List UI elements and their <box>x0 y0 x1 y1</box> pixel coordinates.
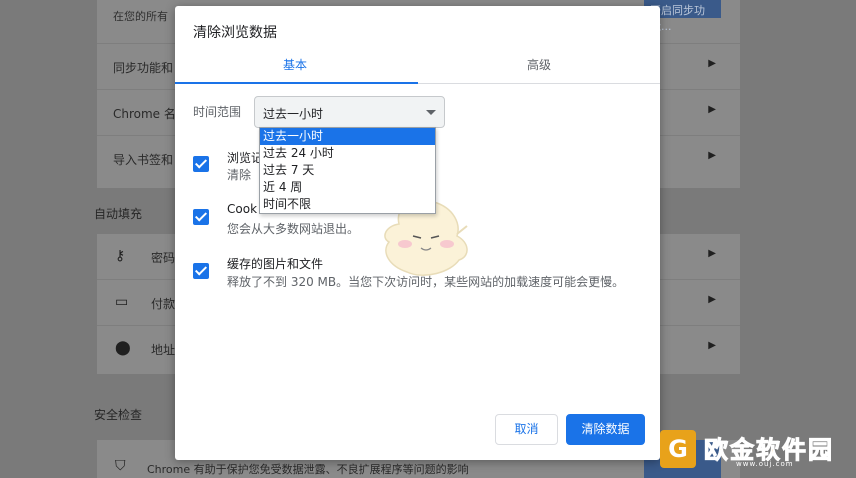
settings-row-label: Chrome 名 <box>113 107 176 121</box>
chevron-right-icon: ▶ <box>708 340 716 351</box>
settings-row-label: 付款 <box>151 297 176 311</box>
key-icon: ⚷ <box>115 248 126 264</box>
option-title: 浏览记 <box>227 151 264 165</box>
settings-row-label: 地址 <box>151 343 176 357</box>
option-description: 清除 <box>227 168 252 182</box>
cancel-button[interactable]: 取消 <box>495 414 558 445</box>
settings-row-label: 同步功能和 <box>113 61 174 75</box>
option-title: Cook <box>227 202 258 216</box>
time-range-value: 过去一小时 <box>263 107 324 121</box>
dropdown-arrow-icon <box>426 110 436 115</box>
safety-row-text: Chrome 有助于保护您免受数据泄露、不良扩展程序等问题的影响 <box>147 463 469 476</box>
browsing-history-checkbox[interactable] <box>193 156 209 172</box>
chevron-right-icon: ▶ <box>708 294 716 305</box>
watermark-url: www.ouj.com <box>736 460 794 468</box>
clear-browsing-data-dialog: 清除浏览数据 基本 高级 时间范围 过去一小时 过去一小时 过去 24 小时 过… <box>175 6 660 460</box>
tab-advanced[interactable]: 高级 <box>527 56 551 73</box>
watermark-logo: G 欧金软件园 www.ouj.com <box>656 426 850 474</box>
time-range-label: 时间范围 <box>193 105 242 119</box>
watermark-icon: G <box>660 430 696 468</box>
dropdown-option[interactable]: 时间不限 <box>260 196 435 213</box>
time-range-dropdown: 过去一小时 过去 24 小时 过去 7 天 近 4 周 时间不限 <box>259 127 436 214</box>
active-tab-indicator <box>175 82 418 84</box>
settings-row-label: 密码 <box>151 251 176 265</box>
tab-basic[interactable]: 基本 <box>283 56 307 73</box>
credit-card-icon: ▭ <box>115 294 129 310</box>
section-heading-autofill: 自动填充 <box>94 207 143 221</box>
dropdown-option[interactable]: 过去 24 小时 <box>260 145 435 162</box>
chevron-right-icon: ▶ <box>708 150 716 161</box>
dropdown-option[interactable]: 过去 7 天 <box>260 162 435 179</box>
tab-bar: 基本 高级 <box>175 50 660 84</box>
dropdown-option[interactable]: 近 4 周 <box>260 179 435 196</box>
option-description: 您会从大多数网站退出。 <box>227 222 360 236</box>
sync-row-text: 在您的所有 <box>113 10 168 23</box>
shield-icon: ⛉ <box>115 458 126 474</box>
settings-row-label: 导入书签和 <box>113 153 174 167</box>
time-range-select[interactable]: 过去一小时 <box>254 96 445 128</box>
chevron-right-icon: ▶ <box>708 248 716 259</box>
cookies-checkbox[interactable] <box>193 209 209 225</box>
dropdown-option[interactable]: 过去一小时 <box>260 128 435 145</box>
chevron-right-icon: ▶ <box>708 104 716 115</box>
location-pin-icon: ⬤ <box>115 340 131 356</box>
cached-images-checkbox[interactable] <box>193 263 209 279</box>
chevron-right-icon: ▶ <box>708 58 716 69</box>
dialog-title: 清除浏览数据 <box>193 25 277 41</box>
section-heading-safety: 安全检查 <box>94 408 143 422</box>
clear-data-button[interactable]: 清除数据 <box>566 414 645 445</box>
option-title: 缓存的图片和文件 <box>227 257 324 271</box>
